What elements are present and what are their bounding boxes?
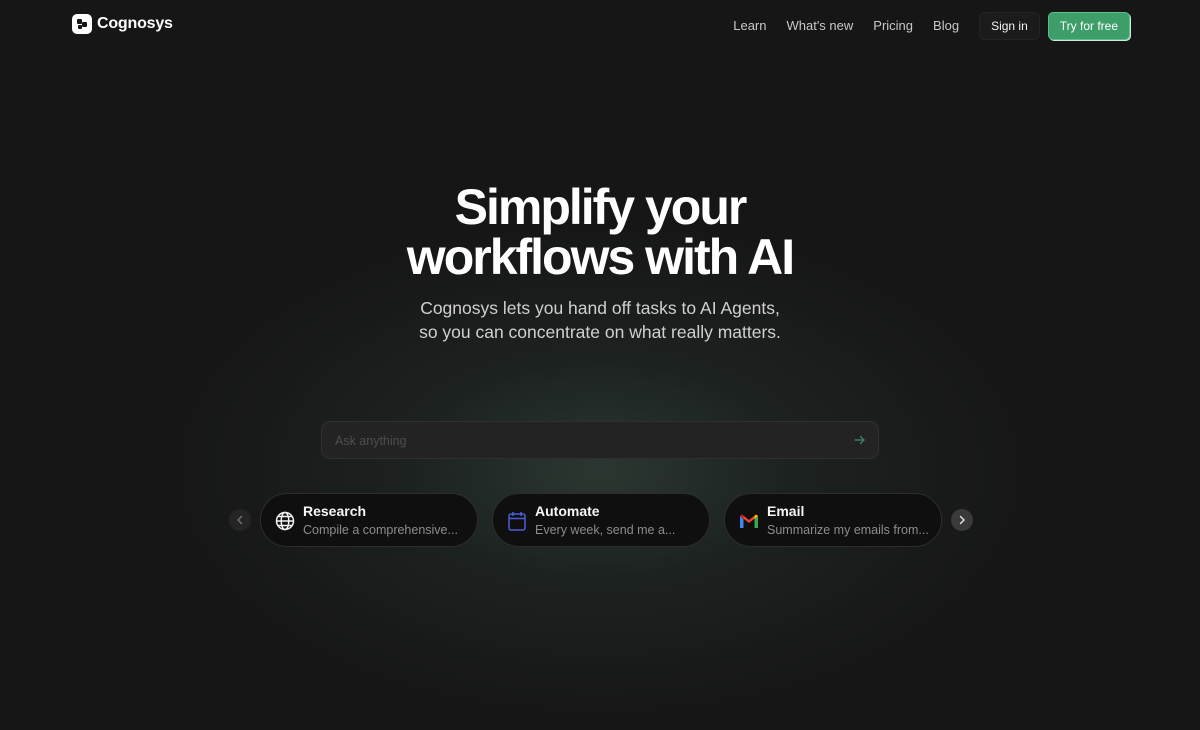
hero-subtitle-line-2: so you can concentrate on what really ma… bbox=[419, 322, 781, 342]
top-nav: Learn What's new Pricing Blog Sign in Tr… bbox=[733, 12, 1130, 40]
ask-input[interactable] bbox=[333, 422, 837, 460]
carousel-next-button[interactable] bbox=[951, 509, 973, 531]
calendar-icon bbox=[506, 510, 528, 532]
ask-box bbox=[321, 421, 879, 460]
globe-icon bbox=[274, 510, 296, 532]
card-title: Email bbox=[767, 503, 805, 519]
suggestion-card-research[interactable]: Research Compile a comprehensive... bbox=[260, 493, 478, 547]
background-glow bbox=[150, 210, 1050, 730]
nav-blog[interactable]: Blog bbox=[933, 13, 959, 39]
try-for-free-button[interactable]: Try for free bbox=[1047, 12, 1130, 40]
card-title: Research bbox=[303, 503, 367, 519]
nav-pricing[interactable]: Pricing bbox=[873, 13, 913, 39]
chevron-right-icon bbox=[959, 515, 965, 525]
header: Cognosys Learn What's new Pricing Blog S… bbox=[0, 0, 1200, 50]
arrow-right-icon[interactable] bbox=[852, 432, 868, 448]
gmail-icon bbox=[738, 510, 760, 532]
brand-name: Cognosys bbox=[97, 15, 173, 32]
carousel-prev-button[interactable] bbox=[229, 509, 251, 531]
hero-title: Simplify your workflows with AI bbox=[0, 182, 1200, 282]
suggestion-card-automate[interactable]: Automate Every week, send me a... bbox=[492, 493, 710, 547]
hero-subtitle: Cognosys lets you hand off tasks to AI A… bbox=[0, 296, 1200, 344]
card-description: Summarize my emails from... bbox=[767, 523, 929, 537]
chevron-left-icon bbox=[237, 515, 243, 525]
suggestion-card-email[interactable]: Email Summarize my emails from... bbox=[724, 493, 942, 547]
sign-in-button[interactable]: Sign in bbox=[979, 12, 1040, 40]
hero-subtitle-line-1: Cognosys lets you hand off tasks to AI A… bbox=[420, 298, 780, 318]
card-title: Automate bbox=[535, 503, 600, 519]
nav-learn[interactable]: Learn bbox=[733, 13, 766, 39]
hero-title-line-1: Simplify your bbox=[454, 179, 748, 235]
logo[interactable]: Cognosys bbox=[72, 14, 173, 34]
logo-icon bbox=[72, 14, 92, 34]
hero-title-line-2: workflows with AI bbox=[406, 229, 795, 285]
card-description: Compile a comprehensive... bbox=[303, 523, 458, 537]
nav-whats-new[interactable]: What's new bbox=[786, 13, 853, 39]
card-description: Every week, send me a... bbox=[535, 523, 676, 537]
